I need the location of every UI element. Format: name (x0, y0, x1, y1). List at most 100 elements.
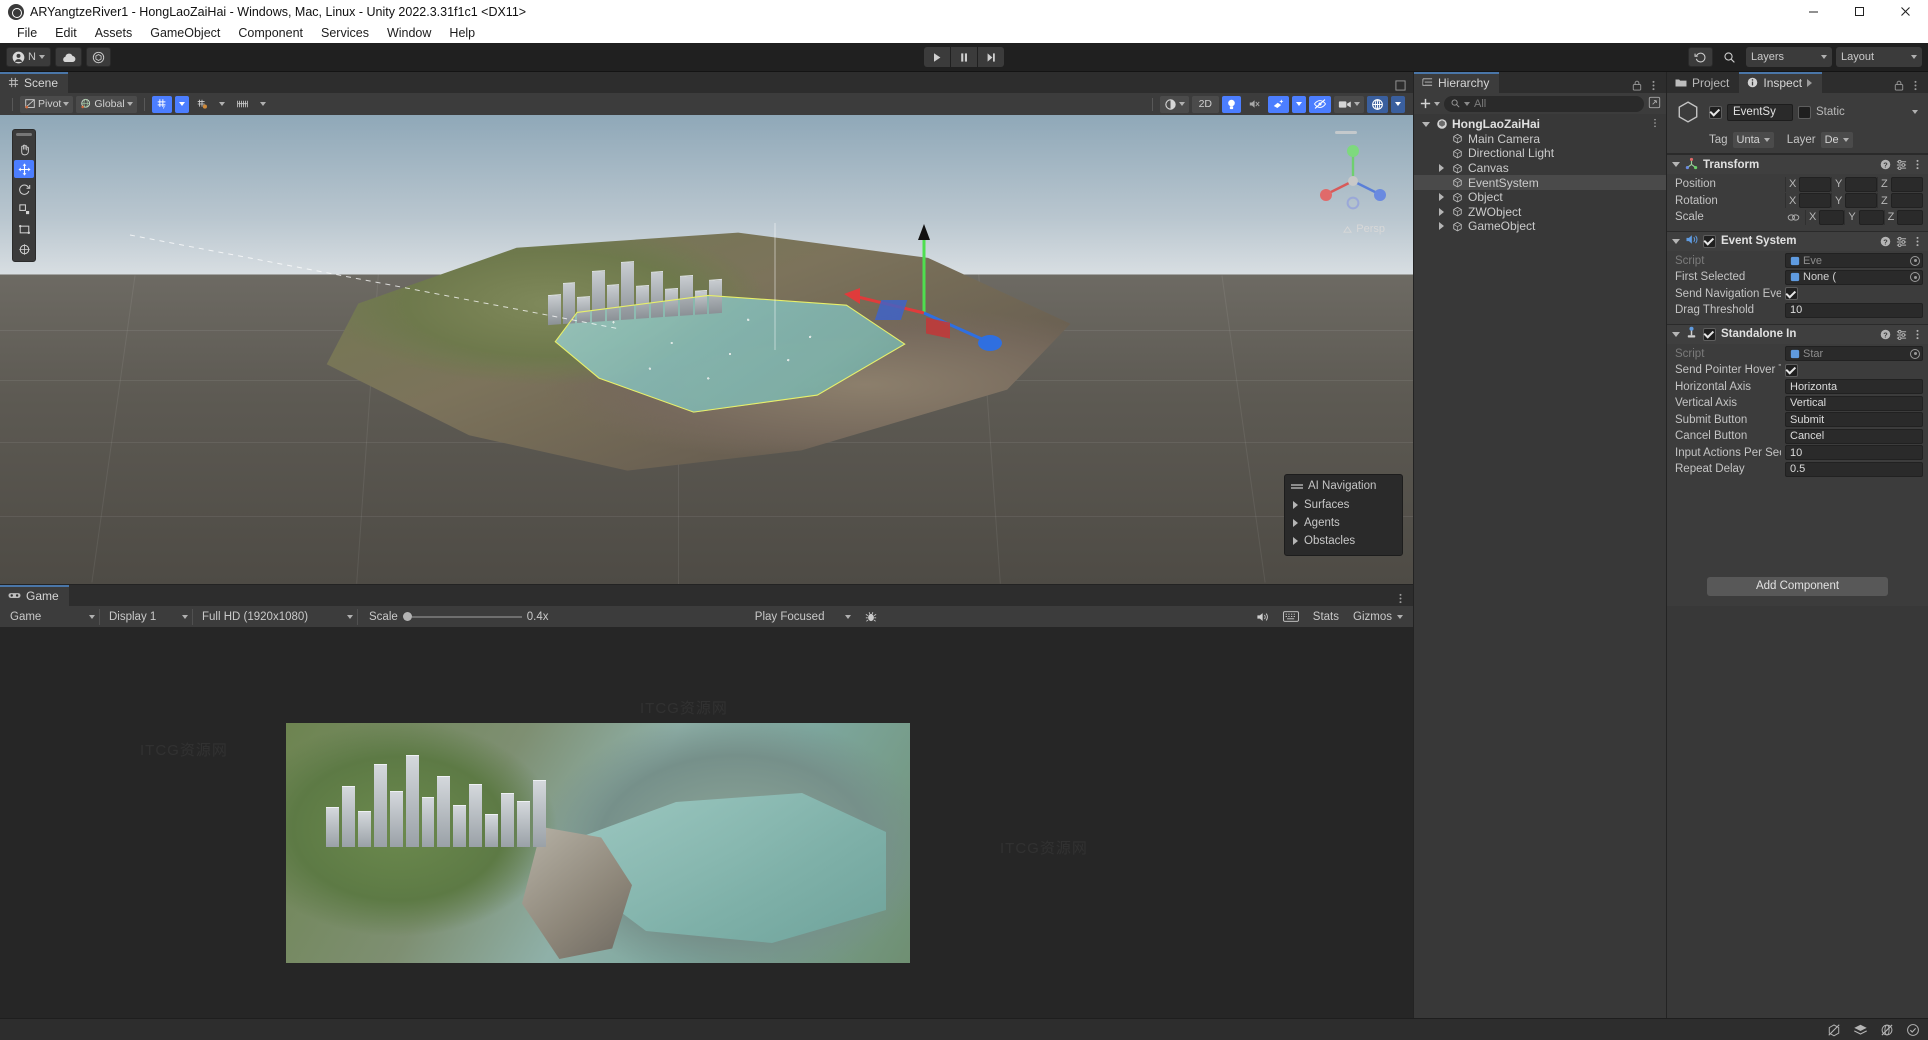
text-field[interactable]: Horizonta (1785, 379, 1923, 394)
hierarchy-search-filter-button[interactable] (1648, 96, 1661, 112)
axis-z[interactable]: Z (1884, 210, 1923, 225)
hierarchy-item-honglaozaihai[interactable]: HongLaoZaiHai (1414, 117, 1666, 132)
layout-dropdown[interactable]: Layout (1836, 47, 1922, 67)
axis-x[interactable]: X (1785, 177, 1831, 192)
axis-input[interactable] (1891, 177, 1923, 192)
menu-edit[interactable]: Edit (46, 23, 86, 43)
grid-visibility-toggle[interactable] (232, 96, 253, 113)
palette-drag-handle[interactable] (16, 133, 32, 136)
grid-snap-dropdown[interactable] (175, 96, 189, 113)
axis-z[interactable]: Z (1877, 193, 1923, 208)
menu-services[interactable]: Services (312, 23, 378, 43)
hand-tool-icon[interactable] (14, 140, 34, 158)
preset-icon[interactable] (1896, 329, 1907, 340)
axis-input[interactable] (1819, 210, 1844, 225)
axis-input[interactable] (1845, 193, 1877, 208)
help-icon[interactable]: ? (1880, 329, 1891, 340)
mute-audio-button[interactable] (1252, 611, 1274, 623)
scene-overlay-menu-icon[interactable] (1335, 131, 1357, 134)
no-collision-icon[interactable] (1827, 1023, 1841, 1037)
hierarchy-tree[interactable]: HongLaoZaiHaiMain CameraDirectional Ligh… (1414, 114, 1666, 1018)
chevron-down-icon[interactable] (1672, 239, 1680, 244)
kebab-menu-icon[interactable] (1650, 117, 1660, 131)
play-button[interactable] (924, 47, 950, 67)
property-checkbox[interactable] (1785, 364, 1798, 377)
hierarchy-item-main-camera[interactable]: Main Camera (1414, 132, 1666, 147)
help-icon[interactable]: ? (1880, 236, 1891, 247)
hierarchy-item-directional-light[interactable]: Directional Light (1414, 146, 1666, 161)
game-viewport[interactable]: ITCG资源网 ITCG资源网 ITCG资源网 (0, 627, 1413, 1018)
scale-tool-icon[interactable] (14, 200, 34, 218)
object-field[interactable]: Star (1785, 346, 1923, 361)
hierarchy-item-canvas[interactable]: Canvas (1414, 161, 1666, 176)
cloud-button[interactable] (55, 47, 82, 67)
step-button[interactable] (978, 47, 1004, 67)
rotate-tool-icon[interactable] (14, 180, 34, 198)
close-icon[interactable] (1882, 0, 1928, 23)
hierarchy-item-eventsystem[interactable]: EventSystem (1414, 175, 1666, 190)
tab-project[interactable]: Project (1667, 72, 1739, 93)
axis-x[interactable]: X (1785, 193, 1831, 208)
object-field[interactable]: None ( (1785, 270, 1923, 285)
axis-input[interactable] (1891, 193, 1923, 208)
scale-slider-knob[interactable] (403, 612, 412, 621)
axis-x[interactable]: X (1805, 210, 1844, 225)
axis-input[interactable] (1799, 177, 1831, 192)
game-view-dropdown[interactable]: Game (6, 609, 100, 625)
chevron-down-icon[interactable] (1912, 110, 1918, 114)
text-field[interactable]: Submit (1785, 412, 1923, 427)
kebab-menu-icon[interactable] (1395, 593, 1406, 604)
layer-dropdown[interactable]: De (1821, 132, 1853, 148)
drag-handle-icon[interactable] (1291, 484, 1303, 486)
constrain-proportions-icon[interactable] (1785, 213, 1801, 222)
scene-effects-toggle[interactable] (1268, 96, 1289, 113)
undo-history-button[interactable] (1688, 47, 1713, 67)
chevron-right-icon[interactable] (1807, 79, 1812, 87)
text-field[interactable]: 10 (1785, 445, 1923, 460)
inspector-components[interactable]: Transform?PositionXYZRotationXYZScaleXYZ… (1667, 154, 1928, 567)
static-checkbox[interactable] (1798, 106, 1811, 119)
menu-help[interactable]: Help (440, 23, 484, 43)
maximize-panel-icon[interactable] (1395, 80, 1406, 91)
stats-button[interactable]: Stats (1308, 611, 1344, 623)
chevron-right-icon[interactable] (1436, 208, 1447, 216)
window-controls[interactable] (1790, 0, 1928, 23)
help-icon[interactable]: ? (1880, 159, 1891, 170)
chevron-right-icon[interactable] (1436, 164, 1447, 172)
rect-tool-icon[interactable] (14, 220, 34, 238)
preset-icon[interactable] (1896, 159, 1907, 170)
scene-tool-palette[interactable] (12, 129, 36, 262)
menu-window[interactable]: Window (378, 23, 440, 43)
axis-input[interactable] (1897, 210, 1923, 225)
object-picker-icon[interactable] (1910, 272, 1920, 282)
kebab-menu-icon[interactable] (1912, 329, 1923, 340)
pivot-dropdown[interactable]: Pivot (20, 96, 73, 113)
object-name-field[interactable]: EventSy (1727, 104, 1793, 121)
kebab-menu-icon[interactable] (1910, 80, 1921, 91)
ai-navigation-header[interactable]: AI Navigation (1285, 478, 1402, 496)
axis-z[interactable]: Z (1877, 177, 1923, 192)
gizmos-dropdown[interactable]: Gizmos (1349, 609, 1407, 625)
account-button[interactable]: N (6, 47, 51, 67)
display-dropdown[interactable]: Display 1 (105, 609, 193, 625)
layers-stack-icon[interactable] (1853, 1023, 1868, 1037)
scene-lighting-toggle[interactable] (1222, 96, 1241, 113)
kebab-menu-icon[interactable] (1648, 80, 1659, 91)
chevron-right-icon[interactable] (1436, 193, 1447, 201)
tab-game[interactable]: Game (0, 585, 69, 606)
grid-visibility-dropdown[interactable] (256, 96, 270, 113)
scene-projection-label[interactable]: Persp (1343, 223, 1385, 235)
ai-nav-item-obstacles[interactable]: Obstacles (1285, 532, 1402, 550)
snap-increment-dropdown[interactable] (215, 96, 229, 113)
debug-button[interactable] (860, 611, 882, 623)
search-button[interactable] (1717, 47, 1742, 67)
lock-icon[interactable] (1632, 80, 1642, 91)
axis-input[interactable] (1799, 193, 1831, 208)
scene-effects-dropdown[interactable] (1292, 96, 1306, 113)
global-illumination-icon[interactable] (1880, 1023, 1894, 1037)
hierarchy-item-zwobject[interactable]: ZWObject (1414, 205, 1666, 220)
chevron-down-icon[interactable] (1420, 122, 1431, 127)
tab-scene[interactable]: Scene (0, 72, 68, 93)
menu-file[interactable]: File (8, 23, 46, 43)
component-enabled-checkbox[interactable] (1703, 235, 1716, 248)
